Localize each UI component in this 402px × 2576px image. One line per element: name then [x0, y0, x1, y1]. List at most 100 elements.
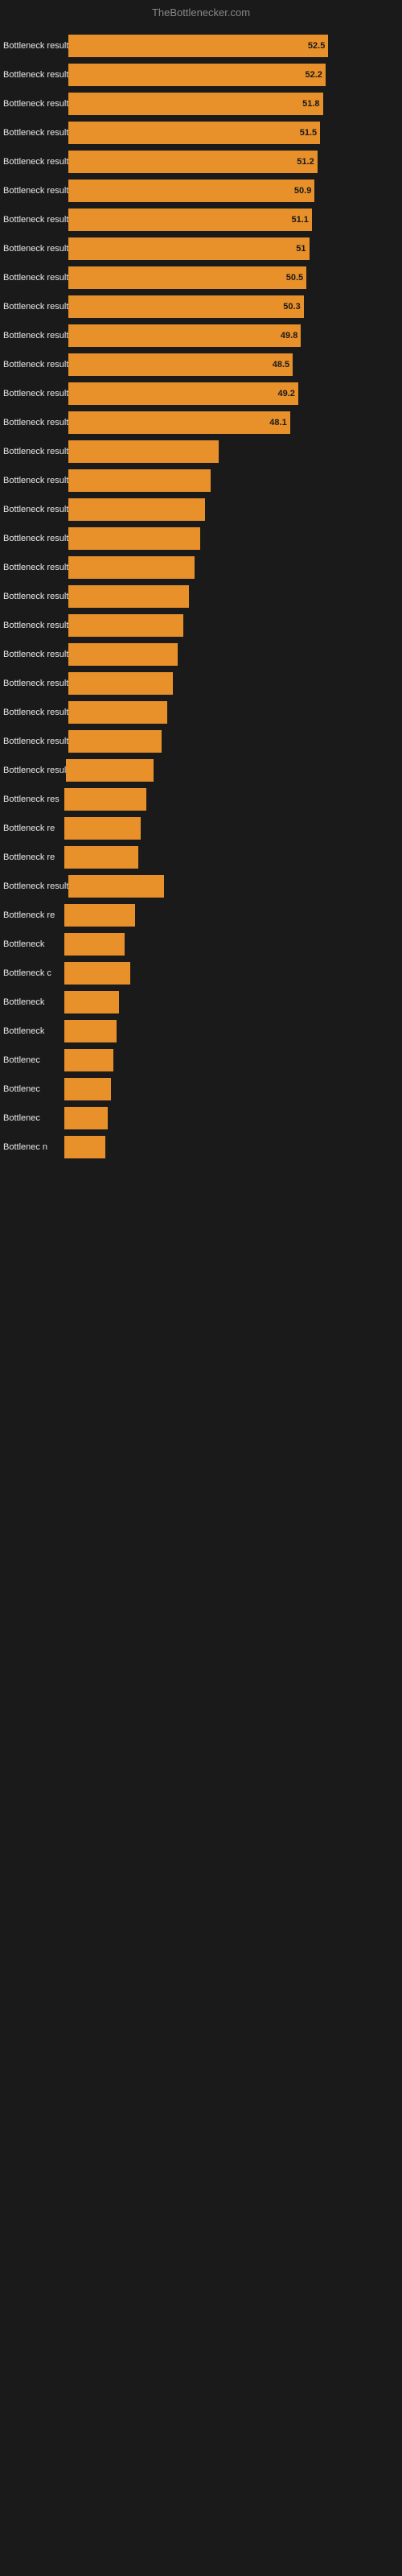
bar-label: Bottleneck result: [0, 679, 68, 688]
bar-wrapper: [68, 498, 402, 521]
bar-label: Bottleneck res: [0, 795, 64, 804]
bar-label: Bottleneck result: [0, 186, 68, 196]
bar-wrapper: [68, 614, 402, 637]
bar: [64, 846, 138, 869]
list-item: Bottleneck result 52.2: [0, 62, 402, 88]
list-item: Bottleneck result: [0, 468, 402, 493]
bar-wrapper: 52.5: [68, 35, 402, 57]
bar-wrapper: 48.5: [68, 353, 402, 376]
list-item: Bottleneck result: [0, 671, 402, 696]
bar-label: Bottleneck result: [0, 476, 68, 485]
bar-value: 52.2: [306, 70, 322, 80]
bar-label: Bottleneck re: [0, 852, 64, 862]
bar-wrapper: 49.8: [68, 324, 402, 347]
bar-label: Bottleneck result: [0, 592, 68, 601]
bar-label: Bottleneck result: [0, 99, 68, 109]
bar: 49.2: [68, 382, 298, 405]
list-item: Bottleneck re: [0, 844, 402, 870]
list-item: Bottleneck result: [0, 642, 402, 667]
bar-wrapper: 51.5: [68, 122, 402, 144]
bar-label: Bottleneck result: [0, 650, 68, 659]
list-item: Bottleneck result51: [0, 236, 402, 262]
bar-wrapper: 51.1: [68, 208, 402, 231]
list-item: Bottleneck: [0, 1018, 402, 1044]
list-item: Bottleneck result50.9: [0, 178, 402, 204]
bar: [68, 440, 219, 463]
list-item: Bottleneck result: [0, 526, 402, 551]
list-item: Bottleneck: [0, 931, 402, 957]
bar-value: 50.5: [286, 273, 303, 283]
list-item: Bottleneck result: [0, 439, 402, 464]
bar-wrapper: [68, 701, 402, 724]
list-item: Bottleneck result: [0, 497, 402, 522]
list-item: Bottlenec: [0, 1047, 402, 1073]
bar: [64, 962, 130, 985]
bar: 50.9: [68, 180, 314, 202]
bar: [68, 469, 211, 492]
bar-value: 51.1: [292, 215, 309, 225]
bar-label: Bottleneck result: [0, 70, 68, 80]
bar: 51.1: [68, 208, 312, 231]
bar: [64, 1078, 111, 1100]
bar-value: 51: [296, 244, 306, 254]
bar-wrapper: [68, 469, 402, 492]
bar-label: Bottleneck result: [0, 621, 68, 630]
bar: [68, 498, 205, 521]
list-item: Bottlenec: [0, 1105, 402, 1131]
bar: [68, 614, 183, 637]
list-item: Bottleneck result: [0, 700, 402, 725]
bar: [68, 701, 166, 724]
bar-label: Bottlenec: [0, 1055, 64, 1065]
bar-label: Bottleneck result: [0, 418, 68, 427]
bar-label: Bottleneck result: [0, 215, 68, 225]
bar-wrapper: [68, 672, 402, 695]
bar-label: Bottlenec: [0, 1084, 64, 1094]
list-item: Bottleneck re: [0, 815, 402, 841]
bar-wrapper: 48.1: [68, 411, 402, 434]
bar: [64, 788, 146, 811]
list-item: Bottleneck result 51.1: [0, 207, 402, 233]
bar-value: 48.1: [269, 418, 286, 427]
bar: [64, 817, 141, 840]
bar: [68, 527, 199, 550]
list-item: Bottlenec: [0, 1076, 402, 1102]
bar-label: Bottleneck result: [0, 128, 68, 138]
bar: 51.5: [68, 122, 320, 144]
bar-label: Bottleneck result: [0, 534, 68, 543]
bar: [64, 933, 125, 956]
list-item: Bottleneck resul: [0, 758, 402, 783]
bar-wrapper: [68, 556, 402, 579]
site-header: TheBottlenecker.com: [0, 0, 402, 22]
bar: 51: [68, 237, 309, 260]
list-item: Bottleneck result: [0, 584, 402, 609]
list-item: Bottleneck result: [0, 555, 402, 580]
bar-wrapper: [64, 1107, 402, 1129]
bar: [68, 585, 189, 608]
bar-wrapper: [64, 904, 402, 927]
list-item: Bottleneck result: [0, 873, 402, 899]
list-item: Bottleneck result52.5: [0, 33, 402, 59]
bar: [68, 643, 178, 666]
list-item: Bottleneck result51.2: [0, 149, 402, 175]
bar-wrapper: [64, 1020, 402, 1042]
bar: [66, 759, 154, 782]
list-item: Bottleneck result 48.1: [0, 410, 402, 436]
bar-wrapper: 49.2: [68, 382, 402, 405]
bar-label: Bottleneck result: [0, 737, 68, 746]
bar-label: Bottleneck resul: [0, 766, 66, 775]
bar-label: Bottleneck: [0, 1026, 64, 1036]
bar: [64, 1020, 117, 1042]
list-item: Bottleneck result49.8: [0, 323, 402, 349]
list-item: Bottleneck result50.3: [0, 294, 402, 320]
bar-wrapper: 51.2: [68, 151, 402, 173]
bar-label: Bottleneck re: [0, 910, 64, 920]
bar-wrapper: [68, 875, 402, 898]
bar-wrapper: [68, 730, 402, 753]
bar-value: 50.3: [283, 302, 300, 312]
bar-value: 51.5: [300, 128, 317, 138]
bar-wrapper: 52.2: [68, 64, 402, 86]
list-item: Bottleneck result48.5: [0, 352, 402, 378]
bar-label: Bottleneck result: [0, 563, 68, 572]
bar: [64, 991, 119, 1013]
bar-value: 51.8: [302, 99, 319, 109]
